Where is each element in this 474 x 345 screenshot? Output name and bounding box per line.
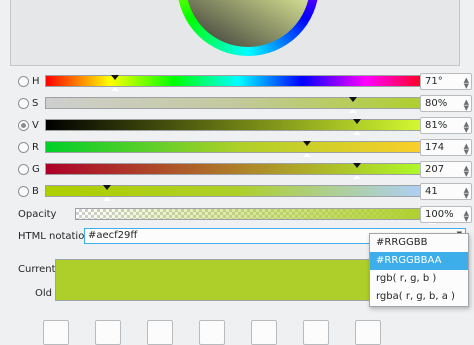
channel-label: R [32, 142, 39, 153]
opacity-row: Opacity 100% ▲ ▼ [18, 206, 472, 224]
format-option[interactable]: rgba( r, g, b, a ) [370, 288, 468, 306]
channel-radio-r[interactable] [18, 142, 29, 153]
opacity-value: 100% [425, 209, 454, 220]
channel-spinbox-b[interactable]: 41 ▲ ▼ [420, 183, 472, 200]
channel-slider-s[interactable] [45, 97, 431, 113]
channel-label: B [32, 186, 39, 197]
channel-spinbox-h[interactable]: 71° ▲ ▼ [420, 73, 472, 90]
channel-radio-s[interactable] [18, 98, 29, 109]
channel-spinbox-r[interactable]: 174 ▲ ▼ [420, 139, 472, 156]
channel-value: 71° [425, 76, 443, 87]
channel-row-b: B 41 ▲ ▼ [18, 183, 472, 201]
channel-radio-b[interactable] [18, 186, 29, 197]
slider-handle[interactable] [349, 97, 358, 113]
opacity-label: Opacity [18, 209, 57, 220]
current-color-label: Current [18, 264, 56, 275]
channel-label: G [32, 164, 40, 175]
slider-handle[interactable] [353, 119, 362, 135]
spin-arrows-icon[interactable]: ▲ ▼ [464, 165, 469, 178]
html-notation-value: #aecf29ff [88, 230, 138, 241]
channel-row-s: S 80% ▲ ▼ [18, 95, 472, 113]
saturation-value-triangle[interactable] [186, 0, 310, 47]
spin-arrows-icon[interactable]: ▲ ▼ [464, 99, 469, 112]
slider-handle[interactable] [103, 185, 112, 201]
opacity-spinbox[interactable]: 100% ▲ ▼ [420, 206, 472, 223]
channel-spinbox-s[interactable]: 80% ▲ ▼ [420, 95, 472, 112]
format-option[interactable]: rgb( r, g, b ) [370, 270, 468, 288]
custom-color-slot[interactable] [43, 320, 69, 345]
custom-color-slot[interactable] [199, 320, 225, 345]
custom-color-slot[interactable] [251, 320, 277, 345]
channel-label: H [32, 76, 40, 87]
channel-slider-b[interactable] [45, 185, 431, 201]
channel-value: 207 [425, 164, 445, 175]
old-color-label: Old [35, 288, 52, 299]
channel-label: V [32, 120, 39, 131]
current-color-swatch [55, 259, 375, 301]
custom-color-slot[interactable] [147, 320, 173, 345]
spin-arrows-icon[interactable]: ▲ ▼ [464, 143, 469, 156]
opacity-slider[interactable] [75, 208, 436, 224]
format-dropdown-menu: #RRGGBB #RRGGBBAA rgb( r, g, b ) rgba( r, g… [369, 233, 469, 307]
channel-radio-g[interactable] [18, 164, 29, 175]
hue-ring[interactable] [177, 0, 319, 56]
slider-handle[interactable] [111, 75, 120, 91]
channel-value: 81% [425, 120, 448, 131]
channel-slider-h[interactable] [45, 75, 431, 91]
custom-color-slot[interactable] [303, 320, 329, 345]
channel-radio-v[interactable] [18, 120, 29, 131]
spin-arrows-icon[interactable]: ▲ ▼ [464, 77, 469, 90]
channel-slider-v[interactable] [45, 119, 431, 135]
channel-value: 41 [425, 186, 438, 197]
channel-radio-h[interactable] [18, 76, 29, 87]
channel-label: S [32, 98, 39, 109]
spin-arrows-icon[interactable]: ▲ ▼ [464, 210, 469, 223]
channel-slider-r[interactable] [45, 141, 431, 157]
spin-arrows-icon[interactable]: ▲ ▼ [464, 121, 469, 134]
channel-value: 174 [425, 142, 445, 153]
custom-color-slot[interactable] [95, 320, 121, 345]
html-notation-label: HTML notation [18, 231, 91, 242]
color-wheel-panel [10, 0, 460, 66]
slider-handle[interactable] [303, 141, 312, 157]
channel-value: 80% [425, 98, 448, 109]
channel-row-g: G 207 ▲ ▼ [18, 161, 472, 179]
channel-spinbox-g[interactable]: 207 ▲ ▼ [420, 161, 472, 178]
channel-row-v: V 81% ▲ ▼ [18, 117, 472, 135]
slider-handle[interactable] [353, 163, 362, 179]
channel-spinbox-v[interactable]: 81% ▲ ▼ [420, 117, 472, 134]
spin-arrows-icon[interactable]: ▲ ▼ [464, 187, 469, 200]
format-option[interactable]: #RRGGBBAA [370, 252, 468, 270]
format-option[interactable]: #RRGGBB [370, 234, 468, 252]
channel-slider-g[interactable] [45, 163, 431, 179]
custom-color-slot[interactable] [355, 320, 381, 345]
channel-row-r: R 174 ▲ ▼ [18, 139, 472, 157]
channel-row-h: H 71° ▲ ▼ [18, 73, 472, 91]
